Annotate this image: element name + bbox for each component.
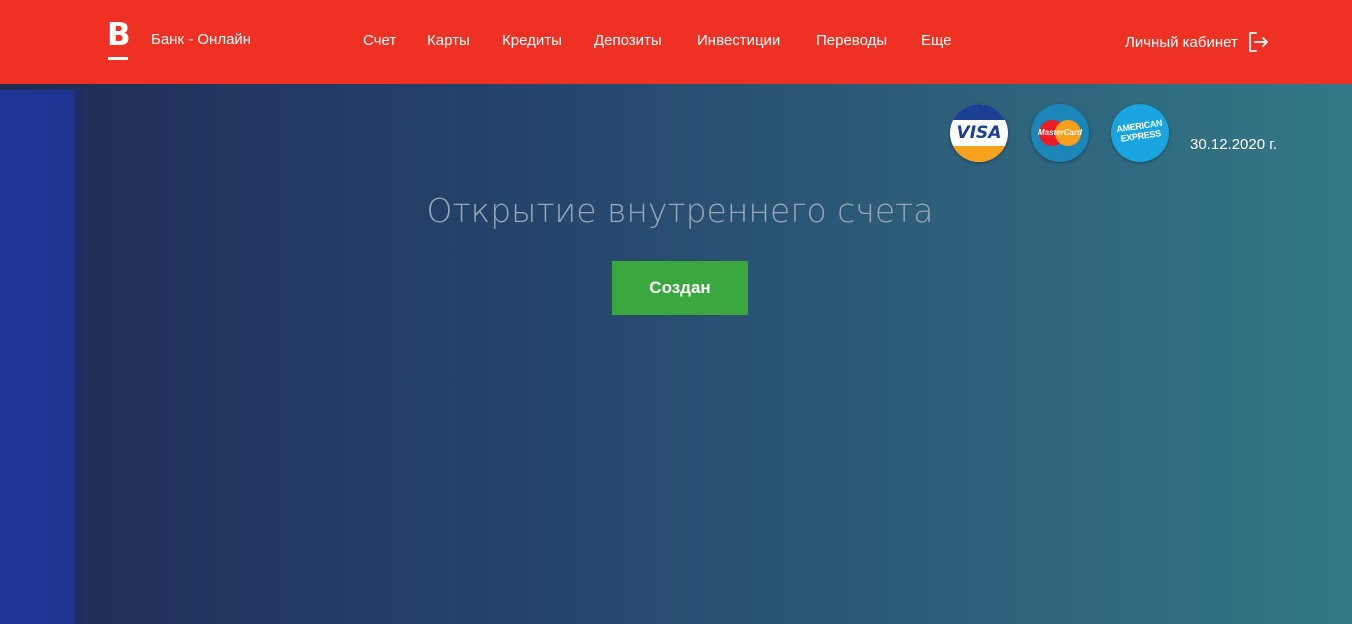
mastercard-label: MasterCard <box>1037 128 1082 137</box>
top-header: B Банк - Онлайн Счет Карты Кредиты Депоз… <box>0 0 1352 84</box>
mastercard-card-icon: MasterCard <box>1031 104 1089 162</box>
nav-item-transfers[interactable]: Переводы <box>816 32 887 50</box>
nav-item-credits[interactable]: Кредиты <box>502 32 562 50</box>
left-side-strip <box>0 90 82 624</box>
visa-card-icon: VISA <box>950 104 1008 162</box>
account-created-button[interactable]: Создан <box>612 261 748 315</box>
nav-item-account[interactable]: Счет <box>363 32 396 50</box>
amex-label: AMERICAN EXPRESS <box>1115 117 1163 144</box>
brand-name: Банк - Онлайн <box>151 31 252 48</box>
current-date: 30.12.2020 г. <box>1190 136 1278 153</box>
bank-logo[interactable]: B <box>107 20 131 62</box>
nav-item-deposits[interactable]: Депозиты <box>594 32 662 50</box>
amex-card-icon: AMERICAN EXPRESS <box>1111 104 1169 162</box>
logo-letter: B <box>107 17 131 53</box>
cabinet-label: Личный кабинет <box>1125 33 1238 51</box>
visa-label: VISA <box>956 123 1002 143</box>
side-strip-edge <box>74 90 82 624</box>
nav-item-investments[interactable]: Инвестиции <box>697 32 780 50</box>
nav-item-more[interactable]: Еще <box>921 32 952 50</box>
logo-underline <box>108 57 128 60</box>
nav-item-cards[interactable]: Карты <box>427 32 470 50</box>
logout-icon <box>1248 32 1268 52</box>
page-title: Открытие внутреннего счета <box>426 191 934 230</box>
personal-cabinet-link[interactable]: Личный кабинет <box>1125 30 1270 54</box>
main-area <box>0 84 1352 624</box>
